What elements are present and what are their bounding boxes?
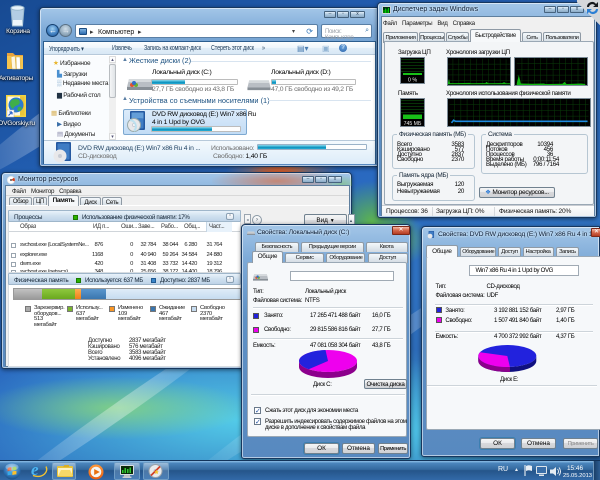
svg-text:0 %: 0 % (408, 78, 417, 84)
svg-text:745 МБ: 745 МБ (404, 121, 422, 126)
